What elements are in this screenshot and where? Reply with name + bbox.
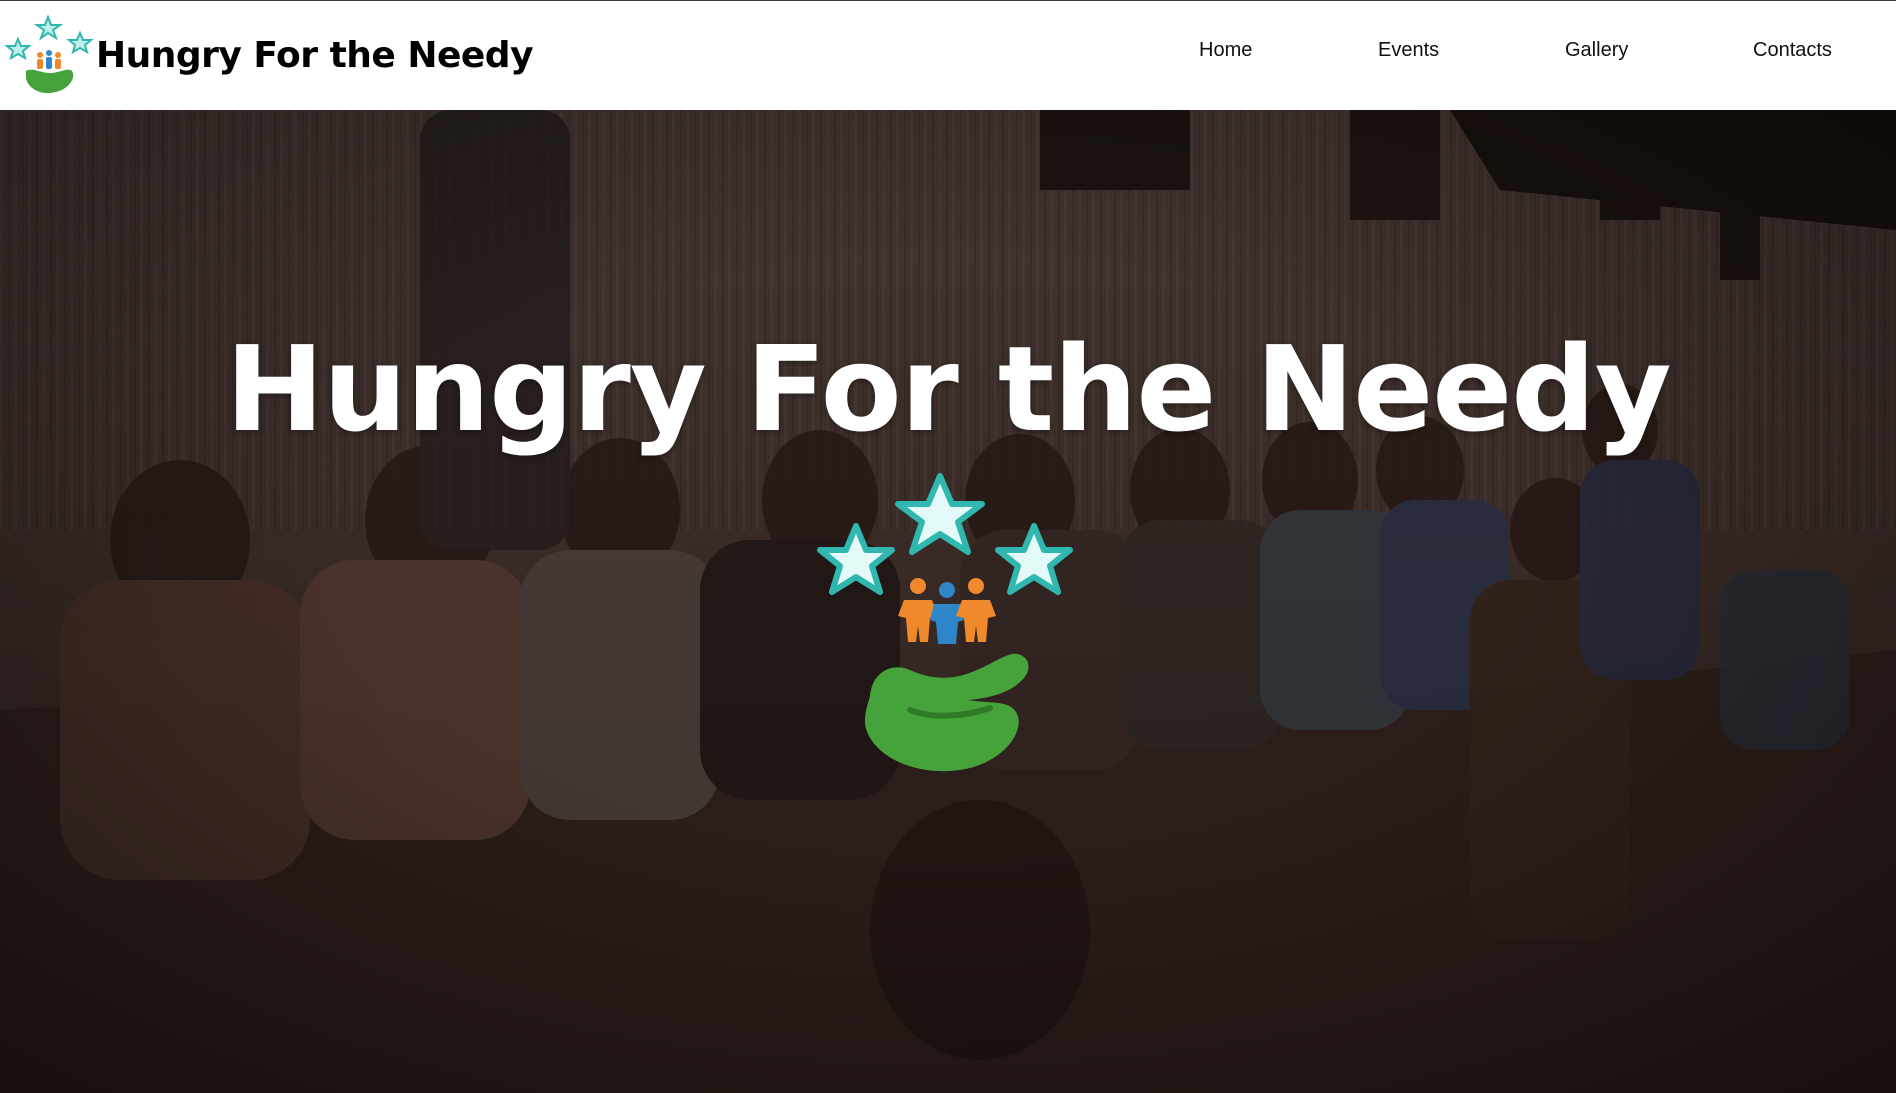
top-navigation-bar: Hungry For the Needy Home Events Gallery…	[0, 0, 1896, 110]
star-icon	[895, 473, 985, 555]
brand-title: Hungry For the Needy	[96, 34, 534, 76]
hero-title: Hungry For the Needy	[225, 320, 1671, 458]
hand-icon	[26, 69, 74, 94]
nav-link-gallery[interactable]: Gallery	[1565, 39, 1628, 62]
hero-logo-icon	[817, 473, 1073, 772]
nav-link-home[interactable]: Home	[1199, 39, 1252, 62]
people-icon	[37, 50, 61, 69]
hand-icon	[864, 653, 1029, 772]
brand[interactable]: Hungry For the Needy	[4, 15, 534, 95]
star-icon	[4, 36, 32, 61]
nav-link-events[interactable]: Events	[1378, 39, 1439, 62]
star-icon	[817, 523, 895, 595]
star-icon	[33, 15, 64, 41]
star-icon	[995, 523, 1073, 595]
star-icon	[66, 30, 94, 55]
people-icon	[898, 578, 996, 644]
brand-logo-icon	[4, 15, 94, 94]
nav-link-contacts[interactable]: Contacts	[1753, 39, 1832, 62]
hero-section: Hungry For the Needy	[0, 110, 1896, 1093]
